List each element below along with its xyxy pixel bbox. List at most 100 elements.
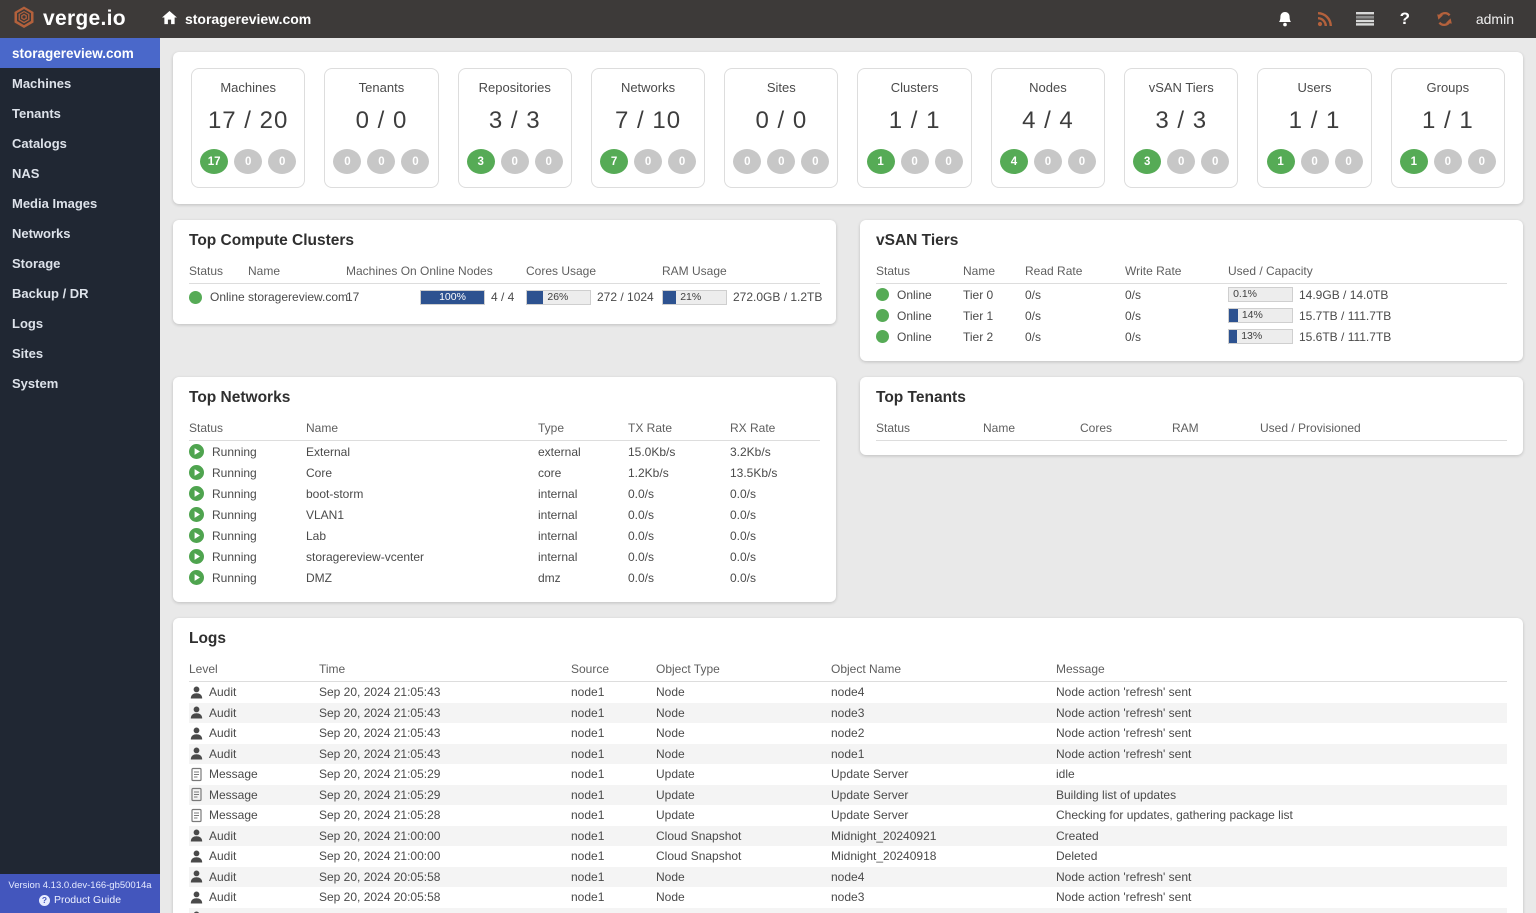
play-icon <box>189 444 204 459</box>
log-object-type: Node <box>656 746 685 761</box>
top-networks-title[interactable]: Top Networks <box>189 389 820 407</box>
count-badge: 3 <box>1133 149 1162 174</box>
top-compute-clusters-title[interactable]: Top Compute Clusters <box>189 232 820 250</box>
table-row[interactable]: Audit Sep 20, 2024 21:05:43 node1 Node node1… <box>189 743 1507 764</box>
table-row[interactable]: Audit Sep 20, 2024 21:05:43 node1 Node node4… <box>189 682 1507 703</box>
log-object-name: node3 <box>831 890 865 905</box>
verge-io-logo[interactable]: verge.io <box>0 5 140 34</box>
count-badge: 4 <box>999 149 1028 174</box>
log-object-name: node4 <box>831 869 865 884</box>
tasks-icon[interactable] <box>1355 10 1374 28</box>
card-title: Networks <box>620 80 676 95</box>
tenants-column-header: Used / Provisioned <box>1260 420 1361 435</box>
tx-rate: 0.0/s <box>628 570 655 585</box>
summary-card-sites[interactable]: Sites 0 / 0000 <box>724 68 839 188</box>
summary-card-repositories[interactable]: Repositories 3 / 3300 <box>457 68 572 188</box>
table-row[interactable]: Running Lab internal 0.0/s 0.0/s <box>189 525 820 546</box>
message-doc-icon <box>189 787 204 802</box>
sidebar-item-media-images[interactable]: Media Images <box>0 188 160 218</box>
product-guide-link[interactable]: ? Product Guide <box>4 894 156 906</box>
logs-column-header: Object Type <box>656 661 720 676</box>
sidebar-item-networks[interactable]: Networks <box>0 218 160 248</box>
sidebar-item-storage[interactable]: Storage <box>0 248 160 278</box>
summary-card-users[interactable]: Users 1 / 1100 <box>1257 68 1372 188</box>
bell-icon[interactable] <box>1276 10 1294 28</box>
table-row[interactable]: Running External external 15.0Kb/s 3.2Kb/s <box>189 441 820 462</box>
table-row[interactable]: Online Tier 1 0/s 0/s 14% 15.7TB / 111.7TB <box>876 305 1507 326</box>
rx-rate: 0.0/s <box>730 507 757 522</box>
help-icon[interactable]: ? <box>1396 9 1414 28</box>
summary-card-nodes[interactable]: Nodes 4 / 4400 <box>990 68 1106 188</box>
table-row[interactable]: Running boot-storm internal 0.0/s 0.0/s <box>189 483 820 504</box>
logs-title[interactable]: Logs <box>189 630 1507 648</box>
log-message: Building list of updates <box>1056 787 1177 802</box>
table-row[interactable]: Audit Sep 20, 2024 21:00:00 node1 Cloud Sna… <box>189 846 1507 867</box>
sidebar-item-tenants[interactable]: Tenants <box>0 98 160 128</box>
sidebar-item-active[interactable]: storagereview.com <box>0 38 160 68</box>
table-row[interactable]: Message Sep 20, 2024 21:05:29 node1 Update U… <box>189 764 1507 785</box>
top-tenants-title[interactable]: Top Tenants <box>876 389 1507 407</box>
summary-card-networks[interactable]: Networks 7 / 10 7 0 0 <box>590 68 706 188</box>
table-row[interactable]: Running storagereview-vcenter internal 0.0/… <box>189 546 820 567</box>
ram-progress-fill <box>663 290 677 304</box>
user-menu[interactable]: admin <box>1476 11 1514 27</box>
network-type: internal <box>538 486 578 501</box>
logs-column-header: Object Name <box>831 661 902 676</box>
top-networks-table: Running External external 15.0Kb/s 3.2Kb/s Ru… <box>189 441 820 588</box>
breadcrumb[interactable]: storagereview.com <box>161 10 312 28</box>
log-message: Node action 'refresh' sent <box>1056 726 1192 741</box>
summary-card-machines[interactable]: Machines 17 / 20 17 0 0 <box>191 68 306 188</box>
logs-panel: Logs Level Time Source Object Type Object Na… <box>173 618 1523 913</box>
network-type: core <box>538 465 562 480</box>
summary-card-clusters[interactable]: Clusters 1 / 1100 <box>857 68 972 188</box>
card-count: 17 / 20 <box>207 107 289 134</box>
table-row[interactable]: Audit Sep 20, 2024 21:05:43 node1 Node node3… <box>189 702 1507 723</box>
count-badge: 0 <box>1033 149 1062 174</box>
table-row[interactable]: Audit Sep 20, 2024 20:05:58 node1 Node node4… <box>189 866 1507 887</box>
count-badge: 0 <box>1201 149 1230 174</box>
play-icon <box>189 549 204 564</box>
status-label: Running <box>212 444 257 459</box>
log-level-cell: Message <box>189 787 319 802</box>
play-icon <box>189 528 204 543</box>
network-type: dmz <box>538 570 561 585</box>
table-row[interactable]: Audit Sep 20, 2024 21:00:00 node1 Cloud Sna… <box>189 825 1507 846</box>
compute-clusters-header: Status Name Machines On Online Nodes Cores U… <box>189 258 820 284</box>
table-row[interactable]: Running Core core 1.2Kb/s 13.5Kb/s <box>189 462 820 483</box>
card-badges: 700 <box>596 149 700 174</box>
table-row[interactable]: Message Sep 20, 2024 21:05:28 node1 Update U… <box>189 805 1507 826</box>
table-row[interactable]: Online storagereview.com 17 100% 4 / 4 26% 272… <box>189 284 823 310</box>
table-row[interactable]: Running DMZ dmz 0.0/s 0.0/s <box>189 567 820 588</box>
sidebar-footer: Version 4.13.0.dev-166-gb50014a ? Produc… <box>0 874 160 913</box>
sidebar-item-logs[interactable]: Logs <box>0 308 160 338</box>
read-rate: 0/s <box>1025 308 1042 323</box>
rss-icon[interactable] <box>1316 10 1334 28</box>
ram-usage-text: 272.0GB / 1.2TB <box>733 290 823 304</box>
sidebar-item-sites[interactable]: Sites <box>0 338 160 368</box>
sidebar-item-catalogs[interactable]: Catalogs <box>0 128 160 158</box>
sidebar-item-backup-dr[interactable]: Backup / DR <box>0 278 160 308</box>
table-row[interactable]: AuditSep 20, 2024 20:05:58node1Nodenode2… <box>189 907 1507 913</box>
status-label: Running <box>212 528 257 543</box>
summary-card-groups[interactable]: Groups 1 / 1100 <box>1390 68 1505 188</box>
log-source: node1 <box>571 828 605 843</box>
table-row[interactable]: Audit Sep 20, 2024 20:05:58 node1 Node node3… <box>189 887 1507 908</box>
breadcrumb-label: storagereview.com <box>184 11 312 27</box>
table-row[interactable]: Online Tier 2 0/s 0/s 13% 15.6TB / 111.7TB <box>876 326 1507 347</box>
summary-card-tenants[interactable]: Tenants 0 / 0000 <box>324 68 439 188</box>
table-row[interactable]: Message Sep 20, 2024 21:05:29 node1 Update U… <box>189 784 1507 805</box>
table-row[interactable]: Running VLAN1 internal 0.0/s 0.0/s <box>189 504 820 525</box>
card-badges: 17 0 0 <box>196 149 300 174</box>
top-tenants-panel: Top Tenants Status Name Cores RAM Used / Pro… <box>860 377 1523 455</box>
status-cell: Online <box>876 330 963 344</box>
summary-card-vsan-tiers[interactable]: vSAN Tiers 3 / 3300 <box>1124 68 1239 188</box>
table-row[interactable]: Online Tier 0 0/s 0/s 0.1% 14.9GB / 14.0TB <box>876 284 1507 305</box>
network-name: Core <box>306 465 333 480</box>
sidebar-item-system[interactable]: System <box>0 368 160 398</box>
log-level-cell: Audit <box>189 685 319 700</box>
sidebar-item-machines[interactable]: Machines <box>0 68 160 98</box>
table-row[interactable]: Audit Sep 20, 2024 21:05:43 node1 Node node2… <box>189 723 1507 744</box>
vsan-tiers-title[interactable]: vSAN Tiers <box>876 232 1507 250</box>
refresh-icon[interactable] <box>1436 10 1454 28</box>
sidebar-item-nas[interactable]: NAS <box>0 158 160 188</box>
